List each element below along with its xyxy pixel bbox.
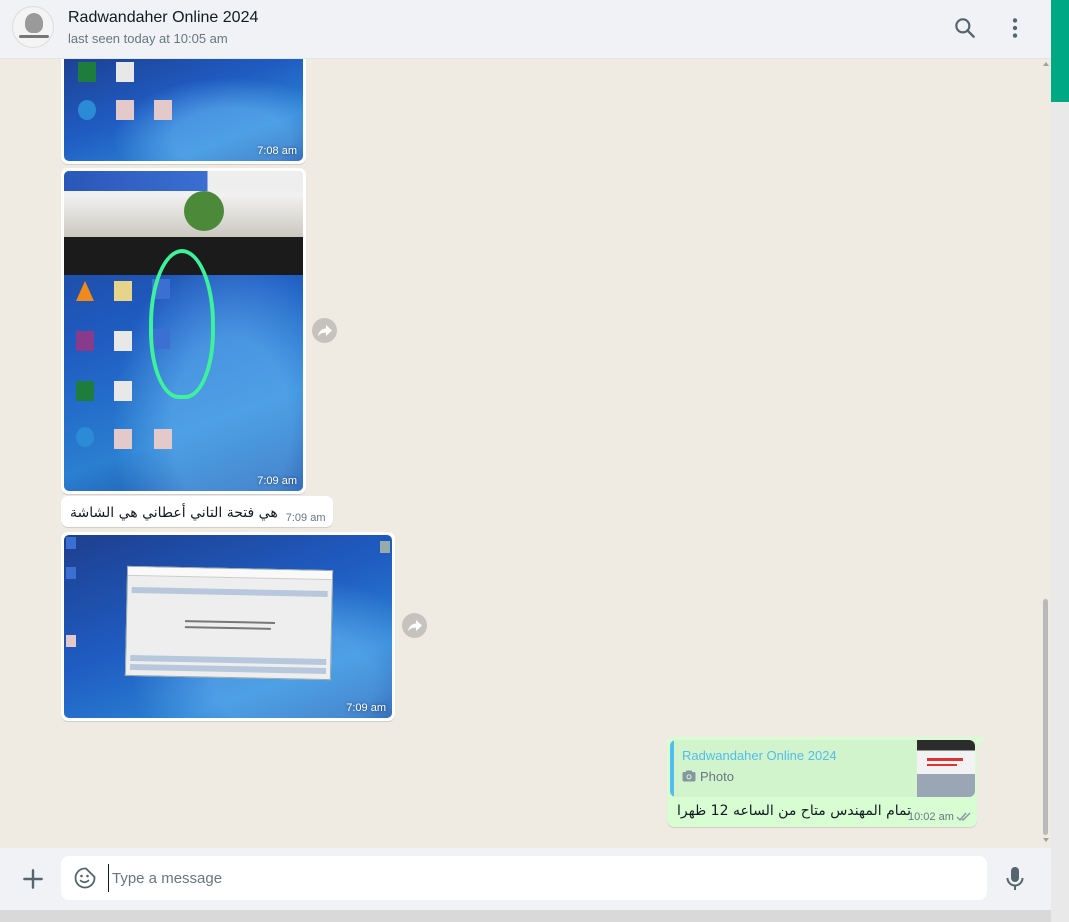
chat-window: Radwandaher Online 2024 last seen today … <box>0 0 1051 910</box>
message-input-container[interactable] <box>61 856 987 900</box>
photo-office-background <box>64 171 303 239</box>
dialog-header-bar <box>131 586 328 598</box>
sticker-icon <box>74 867 96 889</box>
message-text: تمام المهندس متاح من الساعه 12 ظهرا <box>677 803 911 819</box>
message-time: 10:02 am <box>908 811 954 823</box>
quote-accent-bar <box>670 740 674 797</box>
scroll-thumb[interactable] <box>1043 599 1048 835</box>
menu-button[interactable] <box>1002 15 1028 41</box>
recycle-bin-icon <box>380 541 390 553</box>
dialog-footer-bar <box>130 654 327 666</box>
winrar-icon <box>76 331 94 351</box>
edge-icon <box>76 427 94 447</box>
attach-button[interactable] <box>20 866 46 892</box>
message-text: هي فتحة التاني أعطاني هي الشاشة <box>70 505 278 521</box>
avatar-signature <box>19 35 49 38</box>
revit-icon <box>66 537 76 549</box>
forward-icon <box>317 324 332 336</box>
file-icon <box>114 331 132 351</box>
excel-icon <box>78 62 96 82</box>
dialog-text-line <box>185 620 276 624</box>
window-bottom-edge <box>0 910 1051 922</box>
text-message[interactable]: هي فتحة التاني أعطاني هي الشاشة 7:09 am <box>61 496 334 527</box>
pdf-icon <box>114 429 132 449</box>
quoted-media-label: Photo <box>700 769 734 784</box>
folder-icon <box>114 281 132 301</box>
pdf-icon <box>154 429 172 449</box>
pdf-icon <box>66 635 76 647</box>
photo-dialog-window <box>124 565 334 681</box>
dialog-text-line <box>184 626 271 630</box>
green-highlight-mark <box>149 249 215 399</box>
forward-button[interactable] <box>402 613 427 638</box>
edge-icon <box>78 100 96 120</box>
quoted-photo-thumbnail <box>917 740 975 797</box>
contact-last-seen: last seen today at 10:05 am <box>68 31 228 46</box>
scroll-down-arrow-icon[interactable] <box>1043 838 1049 842</box>
quoted-message[interactable]: Radwandaher Online 2024 Photo <box>670 740 975 797</box>
message-time: 7:09 am <box>346 702 386 714</box>
image-message[interactable]: 7:08 am <box>61 59 306 164</box>
image-message[interactable]: 7:09 am <box>61 168 306 494</box>
chat-header[interactable]: Radwandaher Online 2024 last seen today … <box>0 0 1051 59</box>
search-button[interactable] <box>952 15 978 41</box>
contact-avatar[interactable] <box>12 6 54 48</box>
dialog-footer-bar <box>129 663 327 675</box>
plus-icon <box>23 869 43 889</box>
thumbnail-detail <box>927 764 957 766</box>
message-photo[interactable]: 7:09 am <box>64 171 303 491</box>
emoji-sticker-button[interactable] <box>73 866 97 890</box>
accent-strip <box>1051 0 1069 102</box>
file-icon <box>116 62 134 82</box>
image-message[interactable]: 7:09 am <box>61 532 395 721</box>
message-list[interactable]: 7:08 am 7:09 am هي فتحة التاني أعطاني هي… <box>0 59 1051 848</box>
voice-message-button[interactable] <box>1003 865 1027 893</box>
pdf-icon <box>154 100 172 120</box>
more-vertical-icon <box>1012 18 1018 38</box>
double-check-icon <box>956 812 971 822</box>
message-time: 7:09 am <box>257 475 297 487</box>
revit-icon <box>66 567 76 579</box>
file-icon <box>114 381 132 401</box>
forward-icon <box>407 619 422 631</box>
message-input[interactable] <box>108 864 968 892</box>
thumbnail-detail <box>927 758 963 761</box>
photo-sign <box>64 171 303 191</box>
message-photo[interactable]: 7:09 am <box>64 535 392 718</box>
pdf-icon <box>116 100 134 120</box>
dialog-titlebar <box>127 566 333 581</box>
quoted-sender-name: Radwandaher Online 2024 <box>682 748 837 763</box>
message-time: 7:09 am <box>285 512 326 524</box>
vlc-icon <box>76 281 94 301</box>
microphone-icon <box>1006 867 1024 890</box>
photo-plant <box>184 191 224 231</box>
scroll-up-arrow-icon[interactable] <box>1043 62 1049 66</box>
outgoing-reply-message[interactable]: Radwandaher Online 2024 Photo تمام المهن… <box>667 737 977 827</box>
avatar-figure <box>25 13 43 33</box>
bubble-tail <box>977 737 985 747</box>
message-time: 7:08 am <box>257 145 297 157</box>
chat-scrollbar[interactable] <box>1040 59 1051 848</box>
forward-button[interactable] <box>312 318 337 343</box>
camera-icon <box>682 770 696 782</box>
window-edge <box>1051 0 1069 922</box>
contact-name[interactable]: Radwandaher Online 2024 <box>68 9 258 27</box>
excel-icon <box>76 381 94 401</box>
search-icon <box>955 18 975 38</box>
message-composer <box>0 848 1051 910</box>
message-photo[interactable]: 7:08 am <box>64 59 303 161</box>
